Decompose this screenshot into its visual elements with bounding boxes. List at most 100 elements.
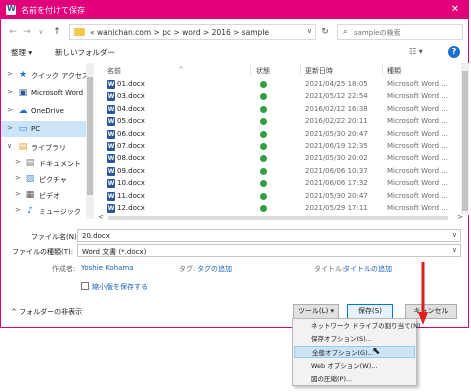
file-name[interactable]: 06.docx xyxy=(117,130,145,138)
file-name[interactable]: 01.docx xyxy=(117,80,145,88)
tags-value[interactable]: タグの追加 xyxy=(197,264,232,274)
horizontal-scrollbar[interactable]: < > xyxy=(98,213,463,222)
chevron-right-icon[interactable]: > xyxy=(7,124,13,132)
filetype-select[interactable]: Word 文書 (*.docx) ∨ xyxy=(77,244,461,257)
file-row[interactable]: W 10.docx 2021/06/06 17:32 Microsoft Word .… xyxy=(98,177,460,189)
file-name[interactable]: 08.docx xyxy=(117,154,145,162)
author-value[interactable]: Yoshie Kohama xyxy=(81,264,134,272)
nav-scrollbar[interactable] xyxy=(86,63,94,219)
file-name[interactable]: 11.docx xyxy=(117,192,145,200)
file-scroll-thumb[interactable] xyxy=(462,71,468,211)
file-date: 2021/05/30 20:47 xyxy=(305,129,368,138)
file-row[interactable]: W 07.docx 2021/06/19 12:35 Microsoft Word .… xyxy=(98,140,460,152)
column-header-type[interactable]: 種類 xyxy=(387,66,401,76)
sidebar-item-videos[interactable]: > ▦ ビデオ xyxy=(1,187,93,203)
sidebar-item-quick-access[interactable]: > ★ クイック アクセス xyxy=(1,67,93,83)
thumbnail-checkbox[interactable] xyxy=(81,282,89,290)
file-row[interactable]: W 05.docx 2016/02/22 20:11 Microsoft Word .… xyxy=(98,115,460,127)
forward-arrow-icon[interactable]: → xyxy=(21,26,33,38)
file-row[interactable]: W 03.docx 2021/05/12 22:54 Microsoft Word .… xyxy=(98,90,460,102)
column-header-date[interactable]: 更新日時 xyxy=(305,66,333,76)
sidebar-item-label: PC xyxy=(31,125,41,133)
column-divider[interactable] xyxy=(382,65,383,75)
file-name[interactable]: 04.docx xyxy=(117,105,145,113)
chevron-down-icon[interactable]: ∨ xyxy=(307,27,312,35)
save-as-dialog: 名前を付けて保存 ✕ ← → ∨ ↑ « wanichan.com > pc >… xyxy=(0,0,469,328)
sidebar-item-microsoft-word[interactable]: > ▣ Microsoft Word xyxy=(1,85,93,101)
address-bar[interactable]: « wanichan.com > pc > word > 2016 > samp… xyxy=(69,24,316,40)
chevron-right-icon[interactable]: > xyxy=(7,70,13,78)
menu-item-save-options[interactable]: 保存オプション(S)... xyxy=(294,333,415,345)
organize-button[interactable]: 整理 ▾ xyxy=(11,47,32,58)
file-name[interactable]: 05.docx xyxy=(117,117,145,125)
chevron-right-icon[interactable]: > xyxy=(15,174,21,182)
hide-folders-toggle[interactable]: ^ フォルダーの非表示 xyxy=(11,307,82,317)
menu-item-general-options[interactable]: 全般オプション(G)... xyxy=(294,346,415,359)
chevron-right-icon[interactable]: > xyxy=(7,88,13,96)
sidebar-item-music[interactable]: > ♪ ミュージック xyxy=(1,203,93,219)
scroll-right-icon[interactable]: > xyxy=(457,213,463,221)
view-options-icon[interactable]: ☷ ▾ xyxy=(409,47,423,56)
filename-label: ファイル名(N): xyxy=(31,233,80,241)
chevron-right-icon[interactable]: > xyxy=(15,206,21,214)
refresh-icon[interactable]: ↻ xyxy=(319,26,331,38)
chevron-right-icon[interactable]: > xyxy=(15,190,21,198)
file-name[interactable]: 10.docx xyxy=(117,179,145,187)
tools-button[interactable]: ツール(L) ▾ xyxy=(293,304,339,319)
new-folder-button[interactable]: 新しいフォルダー xyxy=(55,47,115,58)
menu-item-compress-pictures[interactable]: 図の圧縮(P)... xyxy=(294,373,415,385)
scroll-left-icon[interactable]: < xyxy=(98,213,104,221)
file-row[interactable]: W 09.docx 2021/06/06 10:37 Microsoft Word .… xyxy=(98,165,460,177)
sync-status-icon xyxy=(260,205,267,212)
sidebar-item-library[interactable]: ∨ ▤ ライブラリ xyxy=(1,139,93,155)
sync-status-icon xyxy=(260,155,267,163)
filename-field[interactable]: 20.docx ∨ xyxy=(77,229,461,242)
thumbnail-label[interactable]: 縮小版を保存する xyxy=(92,282,148,292)
chevron-right-icon[interactable]: > xyxy=(15,158,21,166)
save-button[interactable]: 保存(S) xyxy=(347,304,393,319)
file-name[interactable]: 09.docx xyxy=(117,167,145,175)
help-icon[interactable]: ? xyxy=(448,46,460,58)
filename-value[interactable]: 20.docx xyxy=(82,232,110,240)
file-row[interactable]: W 11.docx 2021/05/30 20:47 Microsoft Word .… xyxy=(98,190,460,202)
file-row[interactable]: W 08.docx 2021/05/30 20:02 Microsoft Word .… xyxy=(98,152,460,164)
column-header-status[interactable]: 状態 xyxy=(256,66,270,76)
filetype-value[interactable]: Word 文書 (*.docx) xyxy=(82,248,146,256)
column-header-name[interactable]: 名前 xyxy=(107,66,121,76)
sidebar-item-documents[interactable]: > ▤ ドキュメント xyxy=(1,155,93,171)
chevron-down-icon[interactable]: ∨ xyxy=(452,246,457,254)
file-list-scrollbar[interactable] xyxy=(461,63,469,215)
chevron-down-icon[interactable]: ∨ xyxy=(452,231,457,239)
search-input[interactable] xyxy=(354,27,458,38)
back-arrow-icon[interactable]: ← xyxy=(7,26,19,38)
sidebar-item-onedrive[interactable]: > ☁ OneDrive xyxy=(1,103,93,119)
nav-scroll-thumb[interactable] xyxy=(87,77,93,195)
file-name[interactable]: 03.docx xyxy=(117,92,145,100)
horizontal-scroll-thumb[interactable] xyxy=(108,216,448,220)
chevron-right-icon[interactable]: > xyxy=(7,106,13,114)
menu-item-map-network-drive[interactable]: ネットワーク ドライブの割り当て(N)... xyxy=(294,320,427,332)
search-box[interactable]: ⌕ xyxy=(337,24,463,40)
file-name[interactable]: 07.docx xyxy=(117,142,145,150)
file-name[interactable]: 12.docx xyxy=(117,204,145,212)
column-divider[interactable] xyxy=(250,65,251,75)
file-row[interactable]: W 01.docx 2021/04/25 18:05 Microsoft Word .… xyxy=(98,78,460,90)
sync-status-icon xyxy=(260,81,267,88)
file-row[interactable]: W 12.docx 2021/05/29 17:11 Microsoft Word .… xyxy=(98,202,460,214)
chevron-down-icon[interactable]: ∨ xyxy=(7,142,12,150)
menu-item-web-options[interactable]: Web オプション(W)... xyxy=(294,360,415,372)
sidebar-item-pictures[interactable]: > ▨ ピクチャ xyxy=(1,171,93,187)
column-divider[interactable] xyxy=(300,65,301,75)
up-arrow-icon[interactable]: ↑ xyxy=(51,26,63,38)
title-value[interactable]: タイトルの追加 xyxy=(343,264,392,274)
quick-access-icon: ★ xyxy=(18,70,28,80)
cancel-button[interactable]: キャンセル xyxy=(405,304,457,319)
file-type: Microsoft Word ... xyxy=(387,154,448,163)
recent-dropdown-icon[interactable]: ∨ xyxy=(35,26,47,38)
file-row[interactable]: W 04.docx 2016/02/12 16:38 Microsoft Word .… xyxy=(98,103,460,115)
word-document-icon: W xyxy=(107,191,115,201)
file-row[interactable]: W 06.docx 2021/05/30 20:47 Microsoft Word .… xyxy=(98,128,460,140)
close-icon[interactable]: ✕ xyxy=(448,3,462,17)
sidebar-item-pc[interactable]: > ▭ PC xyxy=(1,121,93,137)
breadcrumb[interactable]: « wanichan.com > pc > word > 2016 > samp… xyxy=(90,28,269,37)
